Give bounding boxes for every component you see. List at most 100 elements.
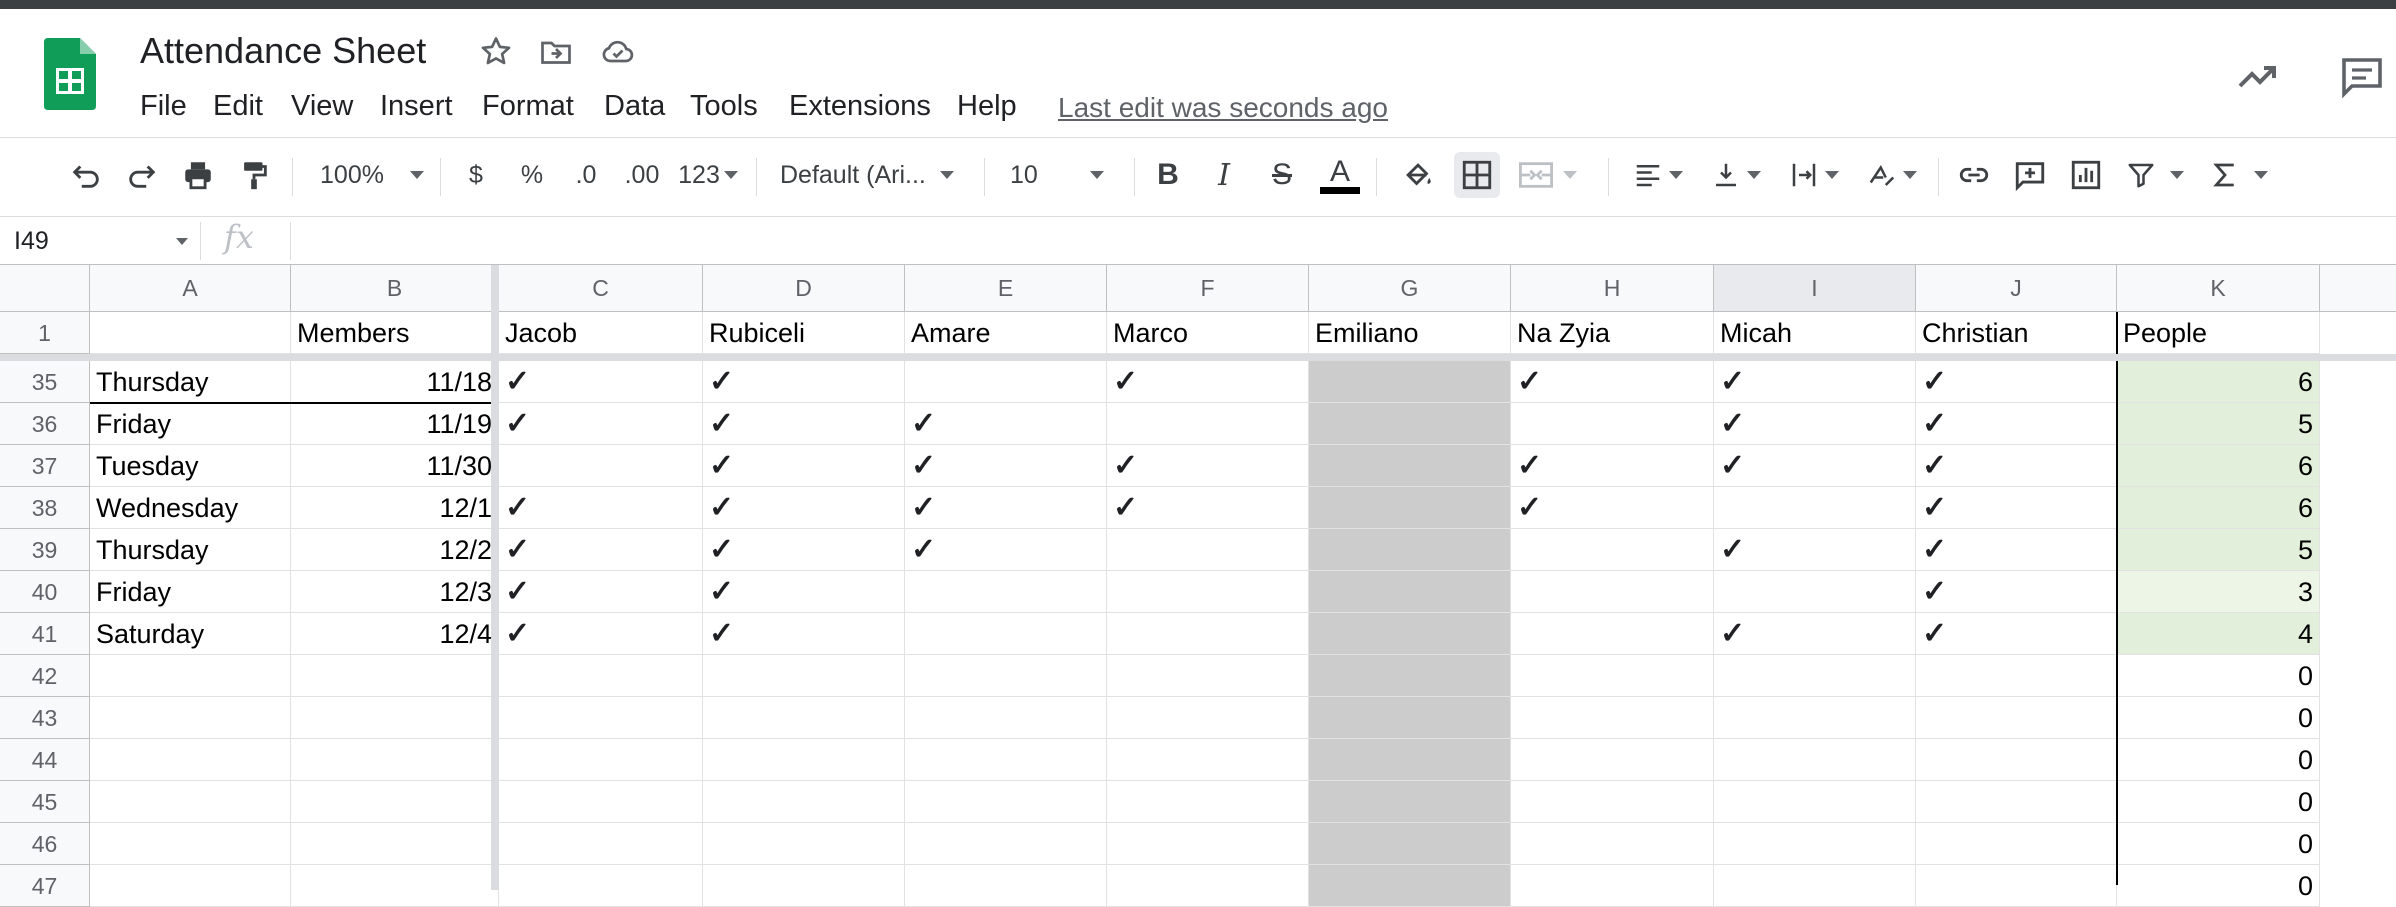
attendance-cell[interactable] xyxy=(499,739,703,781)
attendance-cell[interactable] xyxy=(905,865,1107,907)
attendance-cell[interactable] xyxy=(1309,361,1511,403)
header-cell-d[interactable]: Rubiceli xyxy=(703,312,905,354)
attendance-cell[interactable]: ✓ xyxy=(1107,487,1309,529)
attendance-cell[interactable] xyxy=(1107,529,1309,571)
strikethrough-button[interactable]: S xyxy=(1262,152,1302,198)
functions-icon[interactable] xyxy=(2204,152,2274,198)
percent-format-button[interactable]: % xyxy=(512,152,552,198)
attendance-cell[interactable]: ✓ xyxy=(1714,445,1916,487)
menu-help[interactable]: Help xyxy=(957,86,1017,126)
attendance-cell[interactable] xyxy=(905,655,1107,697)
row-header-42[interactable]: 42 xyxy=(0,655,90,697)
attendance-cell[interactable] xyxy=(905,739,1107,781)
day-cell[interactable]: Saturday xyxy=(90,613,291,655)
row-header-43[interactable]: 43 xyxy=(0,697,90,739)
day-cell[interactable] xyxy=(90,655,291,697)
attendance-cell[interactable]: ✓ xyxy=(1511,361,1714,403)
people-count-cell[interactable]: 3 xyxy=(2117,571,2320,613)
horizontal-align-icon[interactable] xyxy=(1626,152,1690,198)
row-header-36[interactable]: 36 xyxy=(0,403,90,445)
attendance-cell[interactable] xyxy=(1309,571,1511,613)
select-all-corner[interactable] xyxy=(0,265,90,312)
attendance-cell[interactable] xyxy=(905,571,1107,613)
attendance-cell[interactable] xyxy=(703,697,905,739)
date-cell[interactable] xyxy=(291,739,499,781)
people-count-cell[interactable]: 0 xyxy=(2117,865,2320,907)
attendance-cell[interactable] xyxy=(1714,865,1916,907)
currency-format-button[interactable]: $ xyxy=(456,152,496,198)
column-header-j[interactable]: J xyxy=(1916,265,2117,312)
attendance-cell[interactable] xyxy=(1714,823,1916,865)
menu-insert[interactable]: Insert xyxy=(380,86,453,126)
attendance-cell[interactable] xyxy=(1714,739,1916,781)
more-formats-button[interactable]: 123 xyxy=(676,152,740,198)
undo-icon[interactable] xyxy=(64,152,108,198)
attendance-cell[interactable]: ✓ xyxy=(1916,529,2117,571)
attendance-cell[interactable]: ✓ xyxy=(1916,571,2117,613)
header-cell-f[interactable]: Marco xyxy=(1107,312,1309,354)
menu-view[interactable]: View xyxy=(291,86,353,126)
attendance-cell[interactable] xyxy=(905,697,1107,739)
menu-data[interactable]: Data xyxy=(604,86,665,126)
attendance-cell[interactable] xyxy=(1107,403,1309,445)
frozen-row-divider[interactable] xyxy=(0,354,2396,361)
attendance-cell[interactable]: ✓ xyxy=(1916,361,2117,403)
attendance-cell[interactable] xyxy=(703,865,905,907)
attendance-cell[interactable]: ✓ xyxy=(1107,361,1309,403)
day-cell[interactable] xyxy=(90,697,291,739)
people-count-cell[interactable]: 6 xyxy=(2117,487,2320,529)
bold-button[interactable]: B xyxy=(1148,152,1188,198)
day-cell[interactable]: Thursday xyxy=(90,529,291,571)
attendance-cell[interactable]: ✓ xyxy=(703,403,905,445)
attendance-cell[interactable] xyxy=(703,655,905,697)
frozen-column-divider[interactable] xyxy=(491,265,499,890)
attendance-cell[interactable]: ✓ xyxy=(1714,361,1916,403)
attendance-cell[interactable] xyxy=(1916,697,2117,739)
header-cell-a[interactable] xyxy=(90,312,291,354)
attendance-cell[interactable]: ✓ xyxy=(1511,487,1714,529)
last-edit-link[interactable]: Last edit was seconds ago xyxy=(1058,88,1388,128)
attendance-cell[interactable] xyxy=(703,823,905,865)
people-count-cell[interactable]: 0 xyxy=(2117,823,2320,865)
attendance-cell[interactable] xyxy=(499,697,703,739)
date-cell[interactable] xyxy=(291,865,499,907)
attendance-cell[interactable] xyxy=(1309,865,1511,907)
attendance-cell[interactable]: ✓ xyxy=(703,487,905,529)
day-cell[interactable] xyxy=(90,739,291,781)
date-cell[interactable]: 12/2 xyxy=(291,529,499,571)
text-wrapping-icon[interactable] xyxy=(1782,152,1846,198)
attendance-cell[interactable] xyxy=(1714,697,1916,739)
row-header-35[interactable]: 35 xyxy=(0,361,90,403)
attendance-cell[interactable]: ✓ xyxy=(905,487,1107,529)
day-cell[interactable]: Wednesday xyxy=(90,487,291,529)
column-header-b[interactable]: B xyxy=(291,265,499,312)
header-cell-e[interactable]: Amare xyxy=(905,312,1107,354)
attendance-cell[interactable] xyxy=(905,613,1107,655)
zoom-select[interactable]: 100% xyxy=(312,152,432,198)
date-cell[interactable]: 12/1 xyxy=(291,487,499,529)
attendance-cell[interactable] xyxy=(1107,613,1309,655)
attendance-cell[interactable] xyxy=(1511,655,1714,697)
text-rotation-icon[interactable] xyxy=(1860,152,1924,198)
attendance-cell[interactable] xyxy=(1107,571,1309,613)
people-count-cell[interactable]: 5 xyxy=(2117,529,2320,571)
insert-comment-icon[interactable] xyxy=(2008,152,2052,198)
vertical-align-icon[interactable] xyxy=(1704,152,1768,198)
print-icon[interactable] xyxy=(176,152,220,198)
sheets-logo-icon[interactable] xyxy=(44,38,96,110)
attendance-cell[interactable] xyxy=(703,739,905,781)
attendance-cell[interactable] xyxy=(1714,781,1916,823)
row-header-1[interactable]: 1 xyxy=(0,312,90,354)
header-cell-c[interactable]: Jacob xyxy=(499,312,703,354)
people-count-cell[interactable]: 5 xyxy=(2117,403,2320,445)
date-cell[interactable] xyxy=(291,697,499,739)
attendance-cell[interactable] xyxy=(1714,571,1916,613)
column-header-d[interactable]: D xyxy=(703,265,905,312)
attendance-cell[interactable]: ✓ xyxy=(703,361,905,403)
italic-button[interactable]: I xyxy=(1204,152,1244,198)
row-header-39[interactable]: 39 xyxy=(0,529,90,571)
date-cell[interactable]: 11/18 xyxy=(291,361,499,403)
attendance-cell[interactable] xyxy=(703,781,905,823)
name-box[interactable]: I49 xyxy=(14,222,49,260)
attendance-cell[interactable] xyxy=(1309,655,1511,697)
